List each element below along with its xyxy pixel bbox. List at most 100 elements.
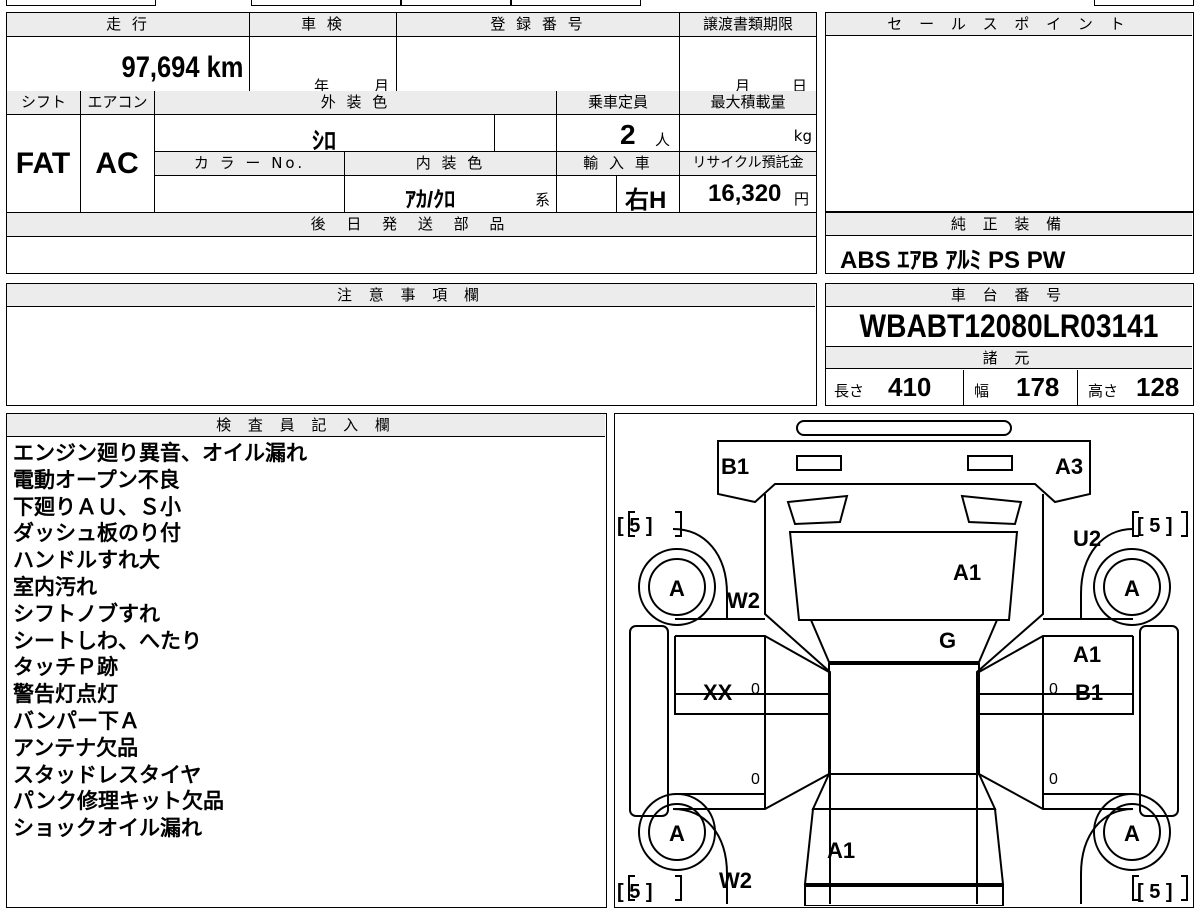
capacity-value: 2 [620,119,636,150]
registration-label: 登 録 番 号 [397,13,680,37]
note-line: 室内汚れ [13,574,97,599]
genuine-equipment-box: 純 正 装 備 ABS ｴｱB ｱﾙﾐ PS PW [825,212,1194,274]
recycle-value: 16,320 [708,180,782,207]
color-no-cell [155,176,345,213]
mark-trunk: A1 [827,838,855,863]
mark-rear-left: W2 [719,868,752,893]
note-line: タッチＰ跡 [13,655,118,680]
width-label: 幅 [974,382,990,400]
exterior-color-cell: ｼﾛ [155,115,495,155]
import-cell-b: 右H [617,176,680,214]
later-parts-area [7,237,816,273]
inspector-box: 検 査 員 記 入 欄 エンジン廻り異音、オイル漏れ 電動オープン不良 下廻りＡ… [6,413,607,908]
front-bumper [717,440,1091,504]
chassis-value: WBABT12080LR03141 [859,308,1159,344]
note-line: アンテナ欠品 [13,735,139,760]
front-light-left [796,455,842,471]
width-value: 178 [1016,372,1060,402]
mark-right-fender: U2 [1073,526,1101,551]
note-line: バンパー下Ａ [13,708,141,733]
capacity-cell: 2 人 [557,115,680,152]
right-front-door [978,635,1134,715]
inspector-label: 検 査 員 記 入 欄 [7,414,605,437]
rear-window [811,773,997,810]
aircon-cell: AC [81,115,155,213]
interior-color-label: 内 装 色 [345,152,557,176]
note-line: 下廻りＡＵ、Ｓ小 [13,494,181,519]
wheel-grade-front-right: A [1124,576,1140,601]
grille-right [960,494,1023,526]
capacity-label: 乗車定員 [557,91,680,115]
zero-mark: 0 [1049,771,1058,788]
notes-box: 注 意 事 項 欄 [6,283,817,406]
length-cell: 長さ 410 [826,370,964,406]
note-line: シートしわ、へたり [13,628,202,653]
specs-label: 諸 元 [826,346,1192,369]
chassis-box: 車 台 番 号 WBABT12080LR03141 諸 元 長さ 410 幅 1… [825,283,1194,406]
notes-label: 注 意 事 項 欄 [7,284,815,307]
color-no-label: カ ラ ー No. [155,152,345,176]
length-value: 410 [888,372,932,402]
genuine-equipment-value: ABS ｴｱB ｱﾙﾐ PS PW [840,247,1066,274]
max-load-cell: kg [680,115,816,152]
import-value: 右H [625,187,667,214]
note-line: ハンドルすれ大 [13,548,160,573]
max-load-label: 最大積載量 [680,91,816,115]
note-line: ダッシュ板のり付 [13,521,181,546]
note-line: パンク修理キット欠品 [13,789,225,814]
front-bumper-bar [796,420,1012,436]
windshield [809,619,999,663]
grille-left [786,494,849,526]
mileage-value: 97,694 km [121,51,243,84]
max-load-unit: kg [793,127,812,145]
interior-color-value: ｱｶ/ｸﾛ [405,187,456,212]
note-line: シフトノブすれ [13,601,160,626]
mark-right-door-lower: B1 [1075,680,1103,705]
mark-windshield: G [939,628,956,653]
zero-mark: 0 [751,681,760,698]
body-outline [764,494,1044,904]
cabin [828,663,980,775]
mileage-label: 走 行 [7,13,250,37]
later-parts-label: 後 日 発 送 部 品 [7,213,816,237]
recycle-unit: 円 [794,190,810,208]
exterior-color-label: 外 装 色 [155,91,557,115]
tire-grade-front-right: [ 5 ] [1137,515,1173,537]
note-line: ショックオイル漏れ [13,816,202,841]
tire-grade-front-left: [ 5 ] [617,515,653,537]
height-label: 高さ [1088,382,1119,400]
aircon-value: AC [95,147,139,180]
recycle-cell: 16,320 円 [680,176,816,213]
exterior-color-sub-cell [495,115,557,152]
length-label: 長さ [834,382,865,400]
height-cell: 高さ 128 [1078,370,1192,406]
wheel-grade-rear-left: A [669,821,685,846]
mark-left-fender: W2 [727,588,760,613]
recycle-label: リサイクル預託金 [680,152,816,176]
note-line: エンジン廻り異音、オイル漏れ [13,441,307,465]
inspection-label: 車 検 [250,13,397,37]
mark-right-door-upper: A1 [1073,642,1101,667]
mark-front-left: B1 [721,454,749,479]
wheel-grade-rear-right: A [1124,821,1140,846]
note-line: 電動オープン不良 [13,467,180,492]
left-front-door [674,635,830,715]
mark-left-door: XX [703,680,733,705]
left-sill [629,625,669,817]
interior-color-cell: ｱｶ/ｸﾛ 系 [345,176,557,213]
rear-bumper [804,885,1004,906]
vehicle-info-table: 走 行 車 検 登 録 番 号 譲渡書類期限 97,694 km 年 月 月 日… [6,12,817,274]
car-diagram: B1 A3 A1 G W2 U2 XX A1 B1 A1 W2 [ 5 ] [ … [617,420,1188,906]
height-value: 128 [1136,372,1180,402]
sales-point-label: セ ー ル ス ポ イ ン ト [826,13,1192,36]
shift-cell: FAT [7,115,81,213]
genuine-equipment-label: 純 正 装 備 [826,213,1192,236]
wheel-grade-front-left: A [669,576,685,601]
import-cell-a [557,176,617,213]
zero-mark: 0 [1049,681,1058,698]
note-line: スタッドレスタイヤ [13,762,202,787]
width-cell: 幅 178 [964,370,1078,406]
exterior-color-value: ｼﾛ [312,128,336,155]
top-strip [6,0,1194,6]
note-line: 警告灯点灯 [13,682,118,707]
